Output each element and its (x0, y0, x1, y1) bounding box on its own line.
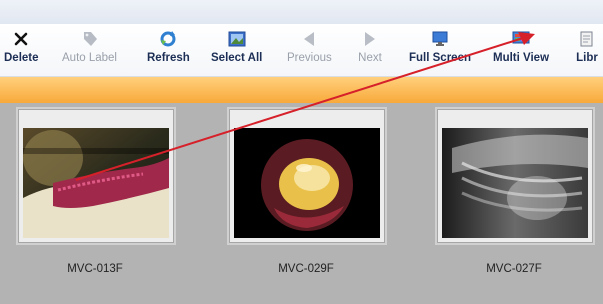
annotation-arrow (75, 32, 535, 181)
